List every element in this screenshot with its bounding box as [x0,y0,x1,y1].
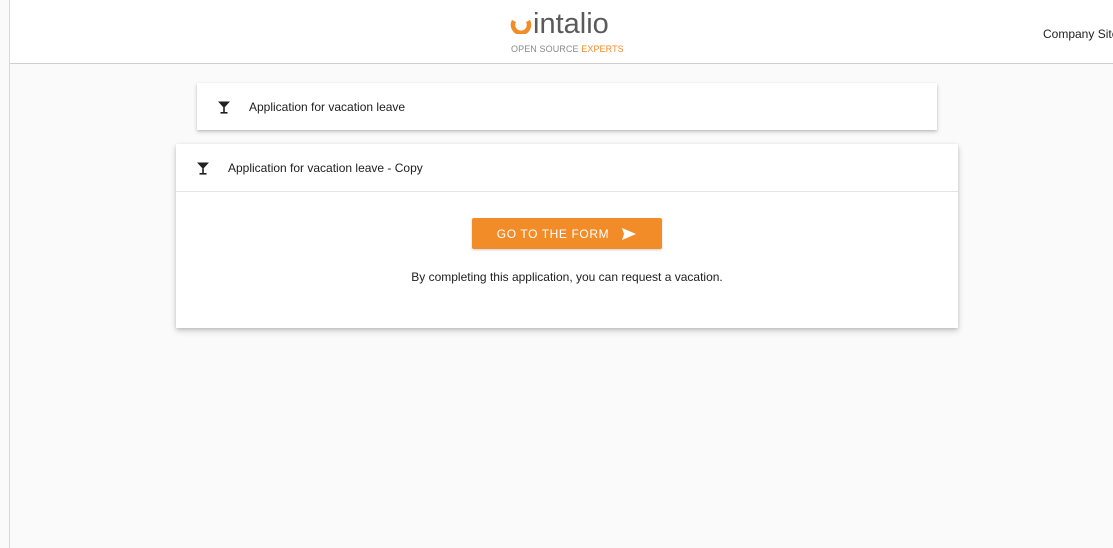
company-site-link[interactable]: Company Site [1043,27,1113,41]
card-title: Application for vacation leave [249,100,406,114]
top-header: intalio OPEN SOURCE EXPERTS Company Site [10,0,1113,64]
go-to-form-button[interactable]: GO TO THE FORM [472,218,662,249]
card-description: By completing this application, you can … [411,270,723,284]
logo-ring-icon [510,19,532,34]
logo-tagline-plain: OPEN SOURCE [511,44,579,54]
application-card-expanded: Application for vacation leave - Copy GO… [176,144,958,328]
card-title: Application for vacation leave - Copy [228,161,423,175]
intalio-logo[interactable]: intalio OPEN SOURCE EXPERTS [510,8,630,61]
logo-tagline: OPEN SOURCE EXPERTS [511,44,624,54]
cocktail-glass-icon [197,162,209,175]
logo-wordmark: intalio [533,8,609,40]
cocktail-glass-icon [218,101,230,114]
logo-tagline-accent: EXPERTS [581,44,624,54]
application-card[interactable]: Application for vacation leave [197,83,937,130]
send-arrow-icon [622,227,637,240]
left-border [9,0,10,548]
go-to-form-label: GO TO THE FORM [496,226,610,241]
card-header[interactable]: Application for vacation leave [197,83,937,130]
card-header[interactable]: Application for vacation leave - Copy [176,144,958,192]
